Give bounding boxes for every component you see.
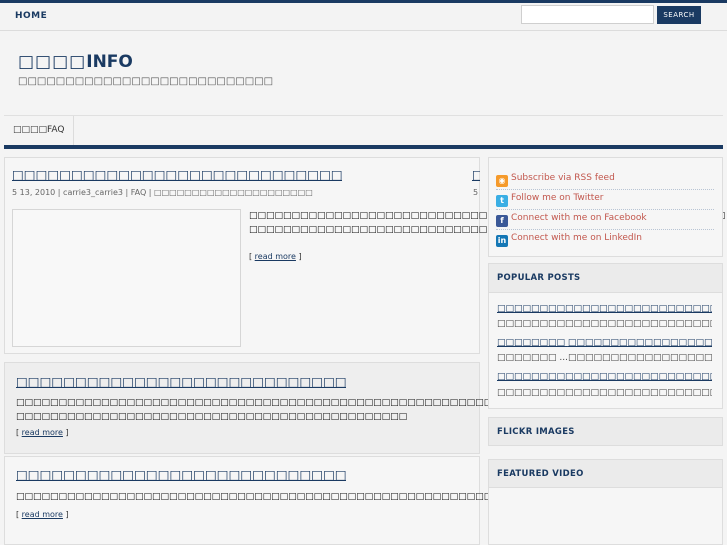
- category-faq-link[interactable]: □□□□FAQ: [4, 116, 75, 146]
- post-title-partial[interactable]: □: [472, 167, 480, 182]
- linkedin-link[interactable]: in Connect with me on LinkedIn: [496, 233, 642, 247]
- nav-underline-bar: [4, 145, 723, 149]
- read-more-wrapper: [ read more ]: [16, 428, 69, 437]
- post-meta: 5 13, 2010 | carrie3_carrie3 | FAQ | □□□…: [12, 188, 313, 197]
- rss-icon: ◉: [496, 175, 508, 187]
- post-thumbnail[interactable]: [12, 209, 241, 347]
- separator: [496, 229, 714, 230]
- post-title-link[interactable]: □□□□□□□□□□□□□□□□□□□□□□□□□□□□□□□□□□□□□□□□…: [16, 467, 346, 482]
- featured-video-heading: FEATURED VIDEO: [497, 469, 584, 479]
- linkedin-icon: in: [496, 235, 508, 247]
- post-title-link[interactable]: □□□□□□□□□□□□□□□□□□□□□□□□□□□□□□□□□□□□□□□□…: [12, 167, 342, 182]
- read-more-link[interactable]: read more: [22, 510, 63, 519]
- popular-post-title[interactable]: □□□□□□□□□□□□□□□□□□□□□□□□□□□□□□□□□....: [497, 304, 712, 314]
- read-more-wrapper: [ read more ]: [249, 252, 302, 261]
- separator: [496, 209, 714, 210]
- popular-post-excerpt: □□□□□□□ ...□□□□□□□□□□□□□□□□□□□□□□□□□□□: [497, 353, 712, 363]
- read-more-wrapper: [ read more ]: [16, 510, 69, 519]
- site-description: □□□□□□□□□□□□□□□□□□□□□□□□□□□: [18, 76, 274, 87]
- search-input[interactable]: [521, 5, 654, 24]
- search-button[interactable]: SEARCH: [657, 6, 701, 24]
- rss-link[interactable]: ◉ Subscribe via RSS feed: [496, 173, 615, 187]
- post-excerpt: □□□□□□□□□□□□□□□□□□□□□□□□□□□□□□□□□□□□□□□□…: [249, 211, 725, 235]
- facebook-icon: f: [496, 215, 508, 227]
- popular-post-title[interactable]: □□□□□□□□□□□□□□□□□□□□□□□□□□□□: [497, 372, 712, 382]
- popular-post-excerpt: □□□□□□□□□□□□□□□□□□□□□□□□□□□□□□□□□□□□...: [497, 388, 712, 398]
- separator: [496, 189, 714, 190]
- facebook-link[interactable]: f Connect with me on Facebook: [496, 213, 647, 227]
- popular-post-title[interactable]: □□□□□□□□ □□□□□□□□□□□□□□□□□□□□□□□□□: [497, 338, 712, 348]
- post-excerpt: □□□□□□□□□□□□□□□□□□□□□□□□□□□□□□□□□□□□□□□□…: [16, 492, 527, 502]
- site-title[interactable]: □□□□INFO: [18, 52, 133, 72]
- post-excerpt: □□□□□□□□□□□□□□□□□□□□□□□□□□□□□□□□□□□□□□□□…: [16, 398, 603, 422]
- read-more-link[interactable]: read more: [22, 428, 63, 437]
- read-more-link[interactable]: read more: [255, 252, 296, 261]
- category-nav: □□□□FAQ: [4, 115, 723, 147]
- twitter-link[interactable]: t Follow me on Twitter: [496, 193, 604, 207]
- post-meta-partial: 5: [473, 188, 479, 197]
- popular-post-excerpt: □□□□□□□□□□□□□□□□□□□□□□□□□□□□□□□□□□□...: [497, 319, 712, 329]
- popular-posts-heading: POPULAR POSTS: [497, 273, 581, 283]
- nav-home-link[interactable]: HOME: [15, 11, 47, 21]
- post-title-link[interactable]: □□□□□□□□□□□□□□□□□□□□□□□□□□□□□□□□□□□□□□□□…: [16, 374, 346, 389]
- flickr-images-heading: FLICKR IMAGES: [497, 427, 575, 437]
- twitter-icon: t: [496, 195, 508, 207]
